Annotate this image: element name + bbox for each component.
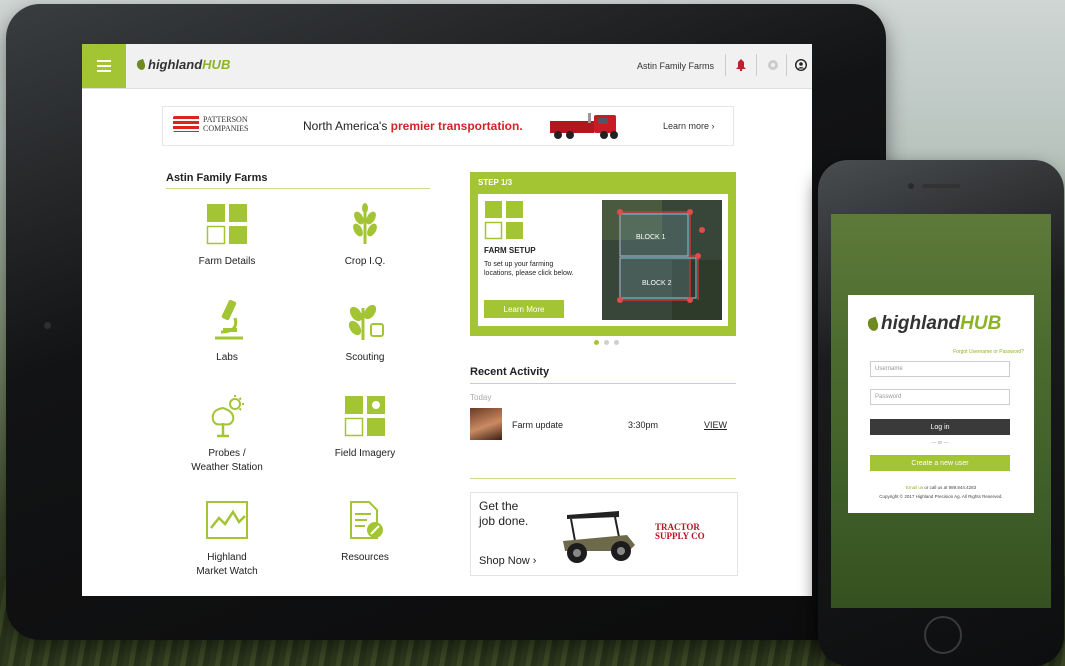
user-icon[interactable] bbox=[792, 56, 810, 74]
create-user-button[interactable]: Create a new user bbox=[870, 455, 1010, 471]
carousel-dots bbox=[594, 340, 619, 345]
forgot-password-link[interactable]: Forgot Username or Password? bbox=[953, 349, 1024, 355]
divider bbox=[786, 54, 787, 76]
wheat-icon bbox=[353, 203, 377, 244]
login-card: highland HUB Forgot Username or Password?… bbox=[848, 295, 1034, 513]
avatar bbox=[470, 408, 502, 440]
phone-screen: highland HUB Forgot Username or Password?… bbox=[831, 214, 1051, 608]
phone-camera bbox=[908, 183, 914, 189]
document-icon bbox=[350, 501, 383, 539]
activity-text: Farm update bbox=[512, 420, 564, 430]
app-logo: highland HUB bbox=[866, 313, 1001, 335]
tile-label: Crop I.Q. bbox=[344, 256, 386, 267]
divider bbox=[166, 188, 430, 189]
tractor-supply-logo: TRACTOR SUPPLY CO bbox=[655, 522, 705, 541]
chart-icon bbox=[206, 501, 248, 539]
menu-button[interactable] bbox=[82, 44, 126, 88]
grid-icon bbox=[484, 201, 523, 240]
grid-icon bbox=[206, 204, 247, 245]
activity-group-label: Today bbox=[470, 393, 492, 402]
microscope-icon bbox=[215, 299, 243, 340]
farm-setup-title: FARM SETUP bbox=[484, 246, 536, 255]
map-block-2-label: BLOCK 2 bbox=[642, 280, 672, 287]
tile-crop-iq[interactable]: Crop I.Q. bbox=[300, 202, 430, 269]
tile-label: Labs bbox=[216, 352, 238, 363]
farm-setup-description: To set up your farming locations, please… bbox=[484, 261, 574, 277]
activity-time: 3:30pm bbox=[628, 420, 659, 430]
email-us-link[interactable]: Email us bbox=[906, 485, 923, 490]
notifications-icon[interactable] bbox=[732, 56, 750, 74]
phone-speaker bbox=[922, 184, 960, 188]
patterson-logo: PATTERSON COMPANIES bbox=[173, 115, 249, 133]
carousel-dot[interactable] bbox=[604, 340, 609, 345]
login-button[interactable]: Log in bbox=[870, 419, 1010, 435]
tablet-camera bbox=[44, 322, 51, 329]
map-block-1-label: BLOCK 1 bbox=[636, 234, 666, 241]
tile-scouting[interactable]: Scouting bbox=[300, 298, 430, 365]
utv-image bbox=[563, 511, 635, 563]
farm-setup-card: STEP 1/3 FARM SETUP To set up your farmi… bbox=[470, 172, 736, 336]
tile-label: Resources bbox=[341, 552, 389, 563]
tile-label: Highland Market Watch bbox=[196, 552, 258, 577]
username-field[interactable]: Username bbox=[870, 361, 1010, 377]
carousel-dot[interactable] bbox=[614, 340, 619, 345]
tablet-screen: highland HUB Astin Family Farms PATTERSON… bbox=[82, 44, 812, 596]
contact-line: Email us or call us at 989.844.4283 bbox=[905, 485, 977, 490]
leaf-icon bbox=[135, 58, 147, 71]
tile-labs[interactable]: Labs bbox=[162, 298, 292, 365]
divider bbox=[756, 54, 757, 76]
carousel-dot[interactable] bbox=[594, 340, 599, 345]
step-indicator: STEP 1/3 bbox=[478, 178, 513, 187]
farm-section-title: Astin Family Farms bbox=[166, 172, 268, 184]
tile-field-imagery[interactable]: Field Imagery bbox=[300, 394, 430, 461]
plant-icon bbox=[348, 304, 384, 340]
tablet-device: highland HUB Astin Family Farms PATTERSON… bbox=[6, 4, 886, 640]
tile-resources[interactable]: Resources bbox=[300, 498, 430, 565]
activity-view-link[interactable]: VIEW bbox=[704, 420, 727, 430]
tile-label: Field Imagery bbox=[334, 448, 396, 459]
patterson-banner-ad[interactable]: PATTERSON COMPANIES North America's premi… bbox=[162, 106, 734, 146]
camera-grid-icon bbox=[344, 396, 385, 437]
password-field[interactable]: Password bbox=[870, 389, 1010, 405]
divider bbox=[725, 54, 726, 76]
tile-probes-weather[interactable]: Probes / Weather Station bbox=[162, 394, 292, 475]
ad-headline: Get the job done. bbox=[479, 499, 529, 528]
tile-label: Farm Details bbox=[198, 256, 256, 267]
truck-image bbox=[550, 113, 618, 139]
copyright: Copyright © 2017 Highland Precision Ag. … bbox=[879, 494, 1003, 499]
map-graphic bbox=[602, 200, 722, 320]
tile-label: Scouting bbox=[345, 352, 385, 363]
phone-device: highland HUB Forgot Username or Password?… bbox=[818, 160, 1064, 666]
top-bar: highland HUB Astin Family Farms bbox=[82, 44, 812, 89]
banner-text: North America's premier transportation. bbox=[303, 119, 523, 133]
tractor-supply-ad[interactable]: Get the job done. Shop Now › TRACTOR SUPPL… bbox=[470, 492, 738, 576]
or-divider: — or — bbox=[931, 440, 949, 446]
settings-icon[interactable] bbox=[764, 56, 782, 74]
recent-activity-title: Recent Activity bbox=[470, 366, 550, 378]
shop-now-link[interactable]: Shop Now › bbox=[479, 555, 536, 567]
leaf-icon bbox=[866, 316, 880, 332]
farm-map[interactable]: BLOCK 1 BLOCK 2 bbox=[602, 200, 722, 320]
tile-label: Probes / Weather Station bbox=[191, 448, 263, 473]
learn-more-button[interactable]: Learn More bbox=[484, 300, 564, 318]
app-logo[interactable]: highland HUB bbox=[135, 57, 230, 72]
divider bbox=[470, 478, 736, 479]
tree-sun-icon bbox=[211, 395, 244, 438]
tile-market-watch[interactable]: Highland Market Watch bbox=[162, 498, 292, 579]
tile-farm-details[interactable]: Farm Details bbox=[162, 202, 292, 269]
divider bbox=[470, 383, 736, 384]
learn-more-link[interactable]: Learn more › bbox=[663, 121, 715, 131]
menu-icon bbox=[97, 60, 111, 72]
farm-setup-card-body: FARM SETUP To set up your farming locati… bbox=[478, 194, 728, 326]
home-button[interactable] bbox=[924, 616, 962, 654]
account-name[interactable]: Astin Family Farms bbox=[637, 61, 714, 71]
